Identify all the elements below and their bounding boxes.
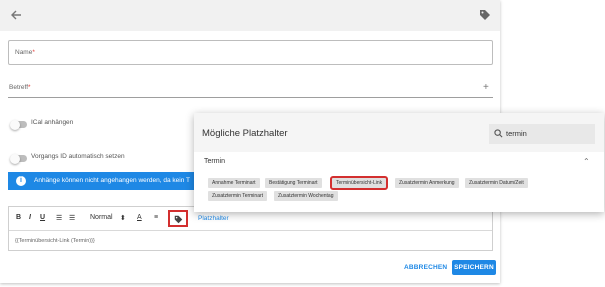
chip-annahme-terminart[interactable]: Annahme Terminart (208, 178, 260, 188)
chip-zusatztermin-wochentag[interactable]: Zusatztermin Wochentag (274, 191, 338, 201)
search-value: termin (506, 129, 527, 138)
chevron-up-icon[interactable]: ⌃ (583, 157, 590, 166)
bold-button[interactable]: B (16, 214, 21, 221)
plus-icon[interactable]: + (483, 82, 489, 93)
tag-icon[interactable] (479, 9, 491, 21)
placeholder-search-input[interactable]: termin (489, 124, 595, 144)
betreff-input[interactable] (8, 97, 493, 98)
tag-icon (174, 215, 183, 224)
info-text: Anhänge können nicht angehangen werden, … (34, 177, 191, 184)
chip-bestaetigung-terminart[interactable]: Bestätigung Terminart (265, 178, 322, 188)
cancel-button[interactable]: ABBRECHEN (404, 264, 447, 271)
font-color-button[interactable]: A (137, 214, 142, 221)
format-select-arrows-icon[interactable]: ⬍ (120, 214, 126, 222)
italic-button[interactable]: I (29, 214, 31, 221)
format-select[interactable]: Normal (90, 214, 113, 221)
name-label: Name* (15, 49, 35, 56)
chip-zusatztermin-terminart[interactable]: Zusatztermin Terminart (208, 191, 268, 201)
align-button[interactable]: ≡ (154, 214, 158, 221)
platzhalter-link[interactable]: Platzhalter (198, 215, 229, 222)
bullet-list-button[interactable]: ☰ (69, 214, 75, 222)
editor-content[interactable]: {{Terminübersicht-Link (Termin)}} (15, 238, 95, 244)
vorgangs-id-label: Vorgangs ID automatisch setzen (31, 153, 125, 160)
underline-button[interactable]: U (40, 214, 45, 221)
save-button[interactable]: SPEICHERN (452, 260, 496, 275)
ical-toggle[interactable] (10, 119, 27, 130)
info-icon: i (16, 176, 26, 186)
name-input[interactable]: Name* (8, 40, 493, 65)
chip-terminuebersicht-link[interactable]: Terminübersicht-Link (329, 176, 389, 190)
popup-title: Mögliche Platzhalter (202, 128, 288, 139)
vorgangs-id-toggle[interactable] (10, 153, 27, 164)
section-title-termin[interactable]: Termin (204, 158, 225, 165)
search-icon (494, 129, 503, 138)
chip-zusatztermin-anmerkung[interactable]: Zusatztermin Anmerkung (395, 178, 459, 188)
betreff-label: Betreff* (9, 84, 31, 91)
rich-text-editor: B I U ☰ ☰ Normal ⬍ A ≡ Platzhalter {{Ter… (8, 206, 493, 251)
form-toolbar (0, 0, 500, 31)
ical-label: ICal anhängen (31, 119, 74, 126)
placeholder-popup: Mögliche Platzhalter termin Termin ⌃ Ann… (194, 113, 604, 212)
ordered-list-button[interactable]: ☰ (56, 214, 62, 222)
popup-header: Mögliche Platzhalter termin (194, 113, 604, 152)
placeholder-tag-button[interactable] (168, 210, 188, 227)
chip-zusatztermin-datum-zeit[interactable]: Zusatztermin Datum/Zeit (465, 178, 528, 188)
back-arrow-icon[interactable] (9, 8, 23, 22)
